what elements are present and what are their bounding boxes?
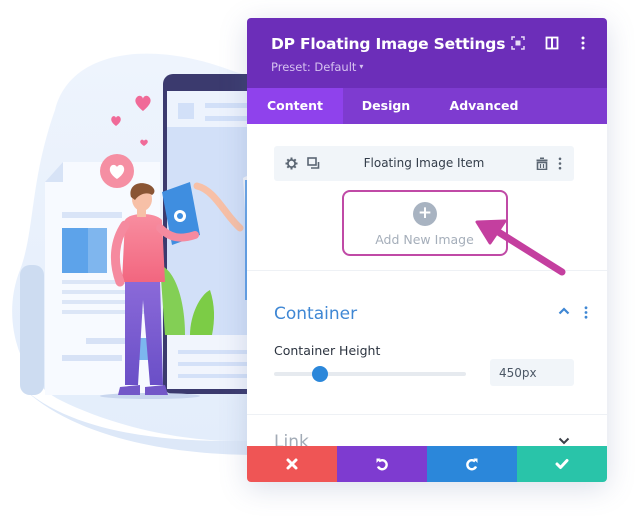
undo-icon — [376, 458, 388, 471]
container-height-label: Container Height — [274, 343, 381, 358]
container-section-title[interactable]: Container — [274, 304, 357, 324]
split-view-icon[interactable] — [545, 36, 559, 50]
section-more-options-icon[interactable] — [584, 306, 588, 319]
slider-thumb[interactable] — [312, 366, 329, 382]
caret-down-icon: ▾ — [359, 62, 364, 71]
check-icon — [555, 459, 569, 469]
chevron-up-icon[interactable] — [558, 307, 570, 315]
undo-button[interactable] — [337, 446, 427, 482]
redo-icon — [466, 458, 478, 471]
chevron-down-icon[interactable] — [558, 437, 570, 445]
more-options-icon[interactable] — [558, 157, 562, 170]
tab-design[interactable]: Design — [343, 88, 429, 124]
panel-body: Floating Image Item + Add New Image Cont… — [247, 124, 607, 452]
delete-icon[interactable] — [536, 157, 548, 170]
illustration — [12, 53, 260, 455]
settings-panel: DP Floating Image Settings Preset: Defau… — [247, 18, 607, 482]
add-new-image-label: Add New Image — [375, 232, 474, 247]
tab-bar: Content Design Advanced — [247, 88, 607, 124]
container-height-input[interactable] — [490, 359, 574, 386]
redo-button[interactable] — [427, 446, 517, 482]
decor-tube — [20, 265, 44, 395]
add-new-image-button[interactable]: + Add New Image — [342, 190, 508, 256]
more-options-icon[interactable] — [576, 36, 590, 50]
plus-icon: + — [413, 202, 437, 226]
tab-content[interactable]: Content — [247, 88, 343, 124]
list-item[interactable]: Floating Image Item — [274, 146, 574, 181]
save-button[interactable] — [517, 446, 607, 482]
tab-advanced[interactable]: Advanced — [429, 88, 539, 124]
container-height-slider[interactable] — [274, 366, 466, 382]
panel-title: DP Floating Image Settings — [271, 35, 506, 53]
panel-header: DP Floating Image Settings Preset: Defau… — [247, 18, 607, 88]
preset-label: Preset: Default — [271, 60, 357, 74]
divider — [247, 414, 607, 415]
item-label: Floating Image Item — [363, 156, 485, 170]
preset-dropdown[interactable]: Preset: Default ▾ — [271, 60, 363, 74]
divider — [247, 270, 607, 271]
discard-button[interactable] — [247, 446, 337, 482]
close-icon — [286, 458, 298, 470]
focus-mode-icon[interactable] — [511, 36, 525, 50]
panel-footer — [247, 446, 607, 482]
